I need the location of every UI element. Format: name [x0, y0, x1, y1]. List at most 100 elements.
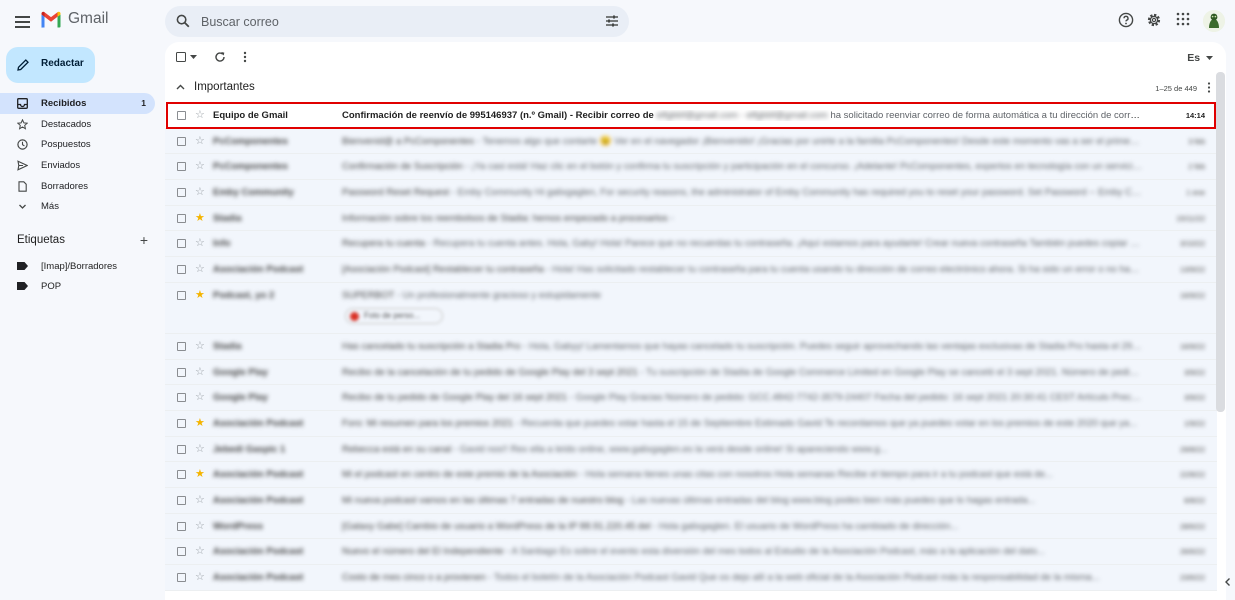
email-date: 3 feb: [1188, 136, 1205, 146]
star-icon[interactable]: ☆: [195, 390, 205, 404]
help-icon[interactable]: [1118, 12, 1134, 28]
email-snippet: ha solicitado reenviar correo de forma a…: [827, 110, 1142, 121]
row-checkbox[interactable]: [177, 470, 186, 480]
row-checkbox[interactable]: [177, 547, 186, 557]
row-checkbox[interactable]: [177, 111, 186, 120]
star-icon[interactable]: ★: [195, 416, 205, 430]
email-row[interactable]: ★ Asociación Podcast Mi el podcast en cent…: [165, 462, 1217, 488]
row-checkbox[interactable]: [177, 573, 186, 582]
email-subject: [Asociación Podcast] Restablecer tu cont…: [342, 264, 544, 276]
row-checkbox[interactable]: [177, 444, 186, 454]
row-checkbox[interactable]: [177, 418, 186, 428]
star-icon[interactable]: ☆: [195, 134, 205, 148]
star-icon[interactable]: ☆: [195, 544, 205, 558]
email-row[interactable]: ☆ Info Recupera tu cuenta - Recupera tu cu…: [165, 231, 1217, 258]
email-subject: Recupera tu cuenta: [342, 238, 425, 250]
row-checkbox[interactable]: [177, 239, 186, 249]
sidebar-item-drafts[interactable]: Borradores: [0, 176, 156, 197]
star-icon[interactable]: ☆: [195, 262, 205, 276]
email-row[interactable]: ☆ Asociación Podcast Nuevo el número del E…: [165, 539, 1217, 565]
compose-button[interactable]: Redactar: [6, 47, 95, 83]
email-row[interactable]: ☆ Google Play Recibo de la cancelación de …: [165, 359, 1217, 386]
star-icon[interactable]: ☆: [195, 570, 205, 584]
sidebar-item-sent[interactable]: Enviados: [0, 155, 156, 176]
email-row[interactable]: ☆ Jebedi Gaspic 1 Rebecca está en su canal…: [165, 436, 1217, 463]
email-row[interactable]: ☆ Asociación Podcast Mi nueva podcast vamo…: [165, 487, 1217, 514]
email-snippet: - Hola, Gabyy! Lamentamos que hayas canc…: [520, 340, 1142, 352]
attachment-chip[interactable]: Foto de perso...: [345, 307, 443, 324]
star-icon[interactable]: ☆: [195, 365, 205, 379]
row-checkbox[interactable]: [177, 393, 186, 403]
star-icon[interactable]: ★: [195, 211, 205, 225]
label-item-imap-drafts[interactable]: [Imap]/Borradores: [0, 256, 156, 276]
sidebar-item-snoozed[interactable]: Pospuestos: [0, 134, 156, 155]
select-all-checkbox[interactable]: [176, 52, 186, 62]
row-checkbox[interactable]: [177, 265, 186, 275]
sidebar-item-more[interactable]: Más: [0, 196, 156, 217]
email-row[interactable]: ☆ Emby Community Password Reset Request - …: [165, 180, 1217, 206]
email-row[interactable]: ★ Podcast, yo 2 SUPERBOT - Un profesionalm…: [165, 282, 1217, 334]
search-icon[interactable]: [176, 14, 190, 28]
sidebar-item-inbox[interactable]: Recibidos 1: [0, 93, 155, 114]
star-icon[interactable]: ★: [195, 467, 205, 481]
search-options-icon[interactable]: [605, 14, 619, 28]
email-content: Recibo de tu pedido de Google Play del 1…: [342, 392, 1142, 403]
search-input[interactable]: [201, 12, 591, 31]
scrollbar-thumb[interactable]: [1216, 72, 1225, 412]
row-checkbox[interactable]: [177, 213, 186, 223]
apps-grid-icon[interactable]: [1176, 12, 1190, 26]
email-content: Mi nueva podcast vamos en las últimas 7 …: [342, 495, 1142, 506]
side-panel-expand-icon[interactable]: [1222, 576, 1234, 588]
labels-title: Etiquetas: [17, 234, 65, 246]
gmail-logo[interactable]: Gmail: [40, 10, 108, 28]
email-row[interactable]: ☆ PcComponentes Bienvenid@ a PcComponentes…: [165, 128, 1217, 155]
email-row[interactable]: ☆ Asociación Podcast [Asociación Podcast] …: [165, 257, 1217, 283]
main-menu-button[interactable]: [10, 8, 36, 34]
email-row[interactable]: ★ Asociación Podcast Foro: Mi resumen para…: [165, 410, 1217, 437]
label-item-pop[interactable]: POP: [0, 276, 156, 296]
important-section-header[interactable]: Importantes 1–25 de 449: [165, 78, 1226, 98]
row-checkbox[interactable]: [177, 521, 186, 531]
search-bar[interactable]: [165, 6, 629, 37]
email-sender: Asociación Podcast: [213, 417, 304, 429]
row-checkbox[interactable]: [177, 495, 186, 505]
star-icon[interactable]: ☆: [195, 442, 205, 456]
refresh-icon[interactable]: [214, 51, 226, 63]
more-options-icon[interactable]: [241, 51, 249, 63]
email-row[interactable]: ☆ WordPress [Galaxy Gabe] Cambio de usuari…: [165, 513, 1217, 540]
email-row[interactable]: ☆ Asociación Podcast Costo de mes cinco o …: [165, 565, 1217, 591]
row-checkbox[interactable]: [177, 136, 186, 146]
row-checkbox[interactable]: [177, 162, 186, 172]
star-icon[interactable]: ☆: [195, 159, 205, 173]
email-row[interactable]: ☆ Equipo de Gmail Confirmación de reenvío …: [165, 103, 1217, 129]
email-subject: Confirmación de reenvío de 995146937 (n.…: [342, 110, 654, 121]
email-row[interactable]: ★ Stadia Información sobre los reembolsos …: [165, 205, 1217, 232]
star-icon[interactable]: ★: [195, 288, 205, 302]
row-checkbox[interactable]: [177, 290, 186, 300]
row-checkbox[interactable]: [177, 188, 186, 198]
account-avatar[interactable]: [1203, 10, 1225, 32]
add-label-icon[interactable]: +: [140, 233, 148, 247]
email-sender: Stadia: [213, 340, 242, 352]
star-icon[interactable]: ☆: [195, 493, 205, 507]
star-icon[interactable]: ☆: [195, 108, 205, 122]
email-date: 16/9/22: [1179, 341, 1205, 351]
row-checkbox[interactable]: [177, 367, 186, 377]
star-icon[interactable]: ☆: [195, 236, 205, 250]
section-more-options-icon[interactable]: [1206, 82, 1212, 93]
sidebar-item-starred[interactable]: Destacados: [0, 114, 156, 135]
email-sender: WordPress: [213, 520, 263, 532]
sidebar-nav: Recibidos 1 Destacados Pospuestos Enviad…: [0, 93, 156, 217]
sidebar-item-label: Borradores: [41, 180, 88, 192]
email-row[interactable]: ☆ PcComponentes Confirmación de Suscripció…: [165, 154, 1217, 181]
settings-gear-icon[interactable]: [1146, 12, 1162, 28]
email-row[interactable]: ☆ Stadia Has cancelado tu suscripción a St…: [165, 333, 1217, 360]
select-dropdown-icon[interactable]: [190, 55, 197, 60]
email-row[interactable]: ☆ Google Play Recibo de tu pedido de Googl…: [165, 385, 1217, 411]
collapse-chevron-icon[interactable]: [176, 84, 185, 90]
star-icon[interactable]: ☆: [195, 185, 205, 199]
sort-dropdown[interactable]: Es: [1187, 52, 1213, 64]
star-icon[interactable]: ☆: [195, 519, 205, 533]
star-icon[interactable]: ☆: [195, 339, 205, 353]
row-checkbox[interactable]: [177, 341, 186, 351]
